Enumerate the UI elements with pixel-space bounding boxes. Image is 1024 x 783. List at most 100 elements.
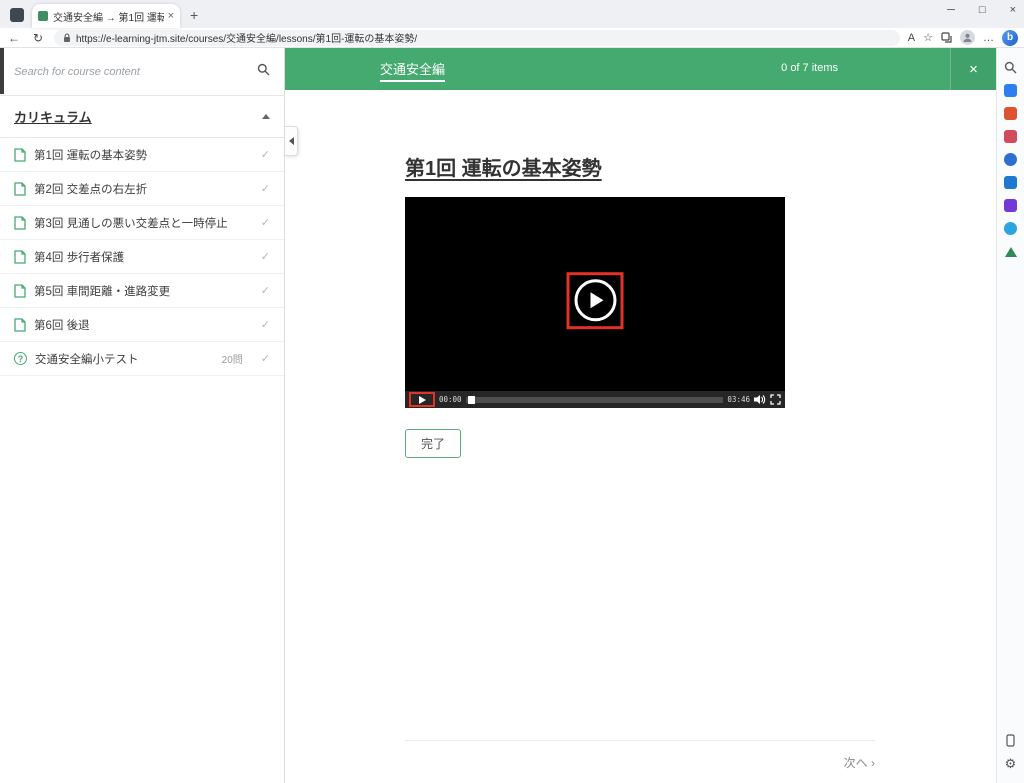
profile-avatar[interactable] [960,30,975,45]
completed-check-icon: ✓ [260,149,270,161]
url-text: https://e-learning-jtm.site/courses/交通安全… [76,34,418,45]
next-link[interactable]: 次へ › [844,756,875,770]
seek-bar[interactable] [465,395,724,404]
lock-icon [63,32,71,43]
big-play-button[interactable] [574,279,616,322]
msn-tree-icon[interactable] [999,240,1023,263]
quiz-item-label: 交通安全編小テスト [35,353,139,366]
completed-check-icon: ✓ [260,319,270,331]
quiz-question-icon: ? [14,352,27,365]
search-icon[interactable] [999,56,1023,79]
browser-essentials-icon[interactable] [999,102,1023,125]
browser-window: 交通安全編 → 第1回 運転の基本姿勢 × + ─ □ × ← ↻ https:… [0,0,1024,783]
window-close-button[interactable]: × [1010,4,1016,16]
lesson-item-label: 第6回 後退 [34,319,90,332]
play-icon [590,292,603,309]
document-icon [14,283,26,298]
window-minimize-button[interactable]: ─ [947,4,955,16]
completed-check-icon: ✓ [260,285,270,297]
course-search-input[interactable] [14,65,257,78]
curriculum-list: 第1回 運転の基本姿勢 ✓ 第2回 交差点の右左折 ✓ 第3回 見通しの悪い交差… [0,138,284,376]
lesson-item-1[interactable]: 第1回 運転の基本姿勢 ✓ [0,138,284,172]
course-title[interactable]: 交通安全編 [380,59,446,82]
window-controls: ─ □ × [947,4,1016,16]
copilot-icon[interactable]: b [1002,29,1018,46]
microsoft-365-icon[interactable] [999,148,1023,171]
sidebar-scrollbar[interactable] [0,48,4,94]
document-icon [14,147,26,162]
back-button[interactable]: ← [6,31,22,45]
site-favicon-icon [38,11,48,21]
course-search [0,48,284,96]
chevron-left-icon [288,137,294,145]
quiz-question-count: 20問 [221,355,243,366]
quiz-item[interactable]: ? 交通安全編小テスト 20問 ✓ [0,342,284,376]
progress-count: 0 of 7 items [781,62,838,74]
course-close-button[interactable]: × [950,48,996,90]
lesson-content: 第1回 運転の基本姿勢 00:00 03:46 完了 [405,152,875,458]
settings-gear-icon[interactable]: ⚙ [999,752,1023,775]
play-button-annotation [566,271,624,329]
lesson-item-label: 第2回 交差点の右左折 [34,183,148,196]
curriculum-section-header[interactable]: カリキュラム [0,96,284,138]
lesson-item-3[interactable]: 第3回 見通しの悪い交差点と一時停止 ✓ [0,206,284,240]
onenote-icon[interactable] [999,194,1023,217]
edge-sidebar: ⚙ [996,48,1024,783]
phone-link-icon[interactable] [999,729,1023,752]
fullscreen-icon[interactable] [770,394,781,405]
video-controls: 00:00 03:46 [405,391,785,408]
address-bar[interactable]: https://e-learning-jtm.site/courses/交通安全… [54,29,900,46]
search-icon[interactable] [257,63,270,81]
complete-button[interactable]: 完了 [405,429,462,458]
shopping-icon[interactable] [999,79,1023,102]
tab-title: 交通安全編 → 第1回 運転の基本姿勢 [53,12,164,24]
lesson-title: 第1回 運転の基本姿勢 [405,158,602,180]
lesson-footer: 次へ › [405,740,875,771]
completed-check-icon: ✓ [260,251,270,263]
curriculum-sidebar: カリキュラム 第1回 運転の基本姿勢 ✓ 第2回 交差点の右左折 ✓ 第3回 見… [0,48,285,783]
document-icon [14,181,26,196]
read-aloud-icon[interactable]: A [908,32,915,44]
document-icon [14,317,26,332]
tab-close-icon[interactable]: × [168,10,174,22]
video-player[interactable]: 00:00 03:46 [405,197,785,408]
menu-ellipsis-icon[interactable]: … [983,32,994,44]
tab-actions-icon[interactable] [10,8,24,22]
lesson-item-label: 第3回 見通しの悪い交差点と一時停止 [34,217,228,230]
browser-toolbar: ← ↻ https://e-learning-jtm.site/courses/… [0,28,1024,48]
current-time: 00:00 [439,395,462,404]
refresh-button[interactable]: ↻ [30,31,46,45]
lesson-item-label: 第1回 運転の基本姿勢 [34,149,148,162]
play-icon [418,395,426,404]
completed-check-icon: ✓ [260,353,270,365]
lesson-item-5[interactable]: 第5回 車間距離・進路変更 ✓ [0,274,284,308]
store-icon[interactable] [999,217,1023,240]
favorites-star-icon[interactable]: ☆ [923,31,933,44]
chevron-up-icon [262,114,270,119]
browser-tab[interactable]: 交通安全編 → 第1回 運転の基本姿勢 × [32,4,180,28]
document-icon [14,215,26,230]
document-icon [14,249,26,264]
curriculum-title: カリキュラム [14,110,92,125]
completed-check-icon: ✓ [260,183,270,195]
games-icon[interactable] [999,125,1023,148]
control-play-annotation[interactable] [409,392,435,407]
lesson-main: 交通安全編 0 of 7 items × 第1回 運転の基本姿勢 00:00 0… [285,48,996,783]
seek-handle[interactable] [467,395,475,404]
course-header-bar: 交通安全編 0 of 7 items × [285,48,996,90]
window-maximize-button[interactable]: □ [979,4,986,16]
collections-icon[interactable] [941,32,952,43]
lesson-item-label: 第4回 歩行者保護 [34,251,125,264]
lesson-item-6[interactable]: 第6回 後退 ✓ [0,308,284,342]
lesson-item-2[interactable]: 第2回 交差点の右左折 ✓ [0,172,284,206]
completed-check-icon: ✓ [260,217,270,229]
new-tab-button[interactable]: + [190,7,198,23]
sidebar-collapse-button[interactable] [285,126,298,156]
outlook-icon[interactable] [999,171,1023,194]
duration: 03:46 [727,395,750,404]
lesson-item-label: 第5回 車間距離・進路変更 [34,285,171,298]
volume-icon[interactable] [754,394,766,405]
page-body: カリキュラム 第1回 運転の基本姿勢 ✓ 第2回 交差点の右左折 ✓ 第3回 見… [0,48,1024,783]
tab-strip: 交通安全編 → 第1回 運転の基本姿勢 × + ─ □ × [0,0,1024,28]
lesson-item-4[interactable]: 第4回 歩行者保護 ✓ [0,240,284,274]
